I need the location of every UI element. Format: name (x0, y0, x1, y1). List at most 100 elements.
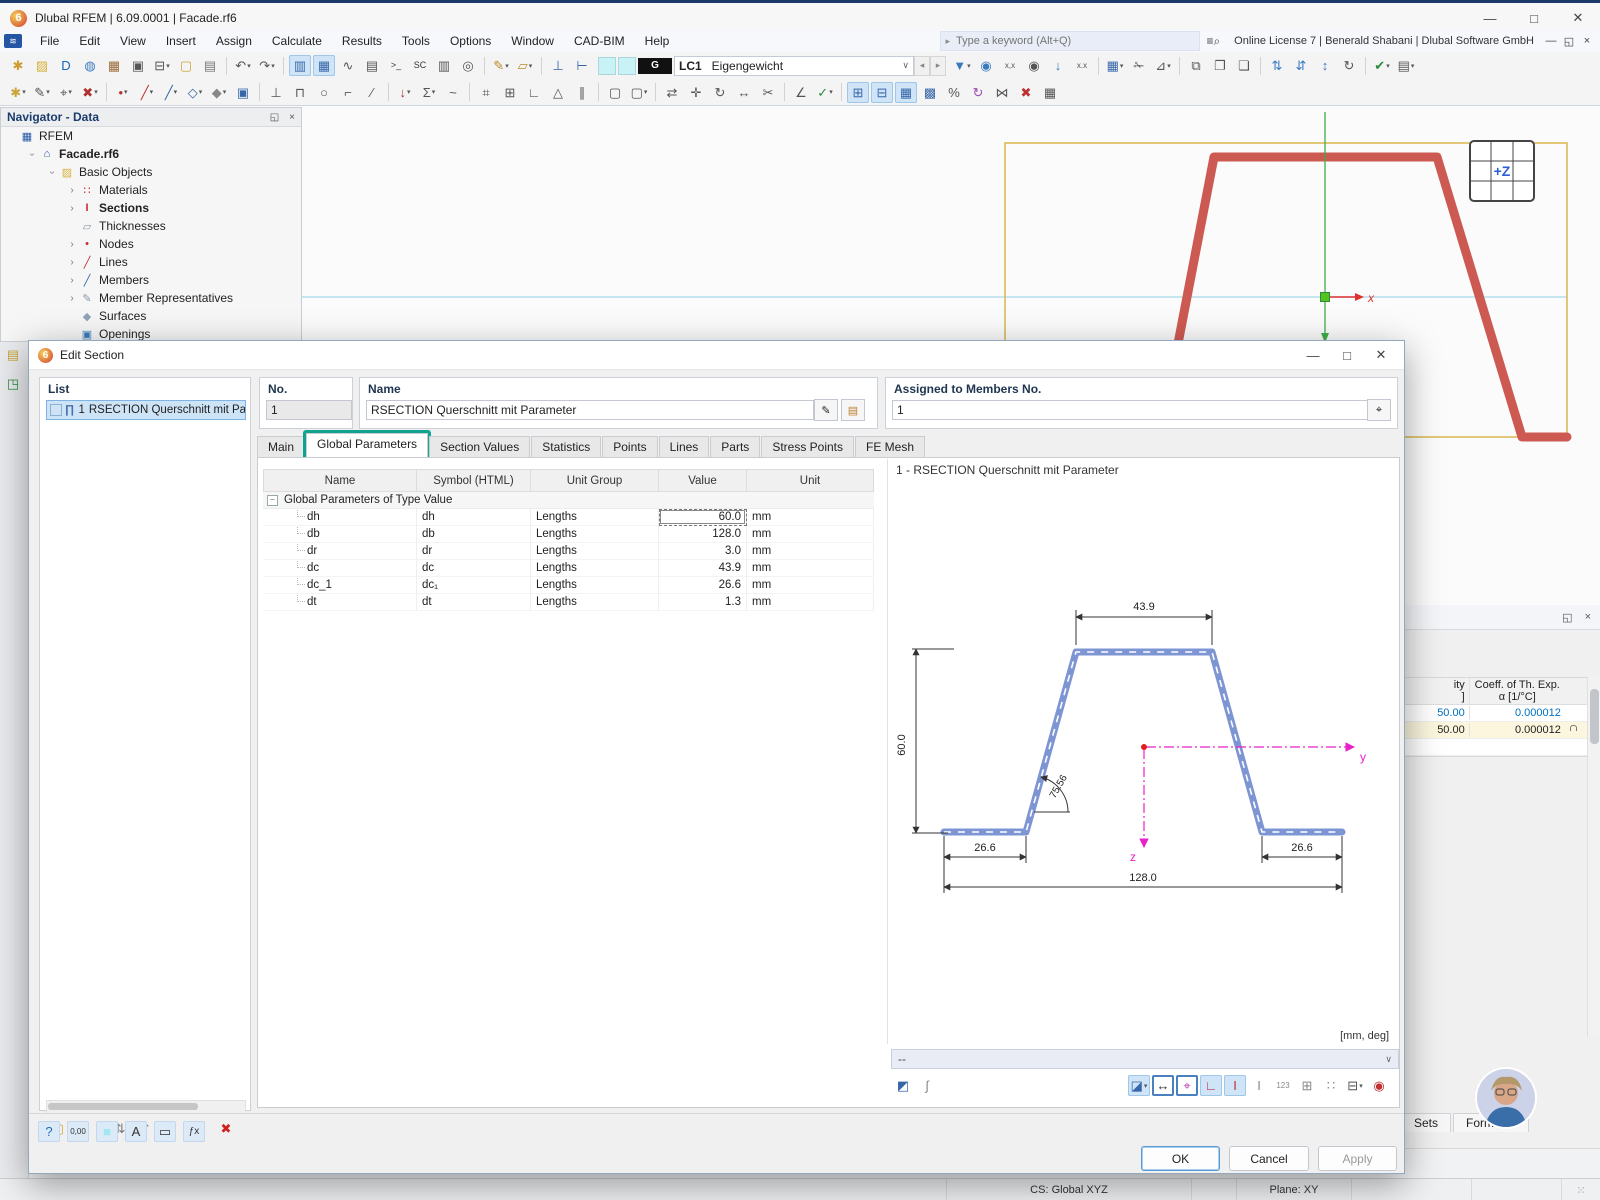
menu-item-options[interactable]: Options (440, 30, 501, 52)
chevron-icon[interactable]: › (27, 147, 38, 161)
resize-grip-icon[interactable]: ⁙ (1562, 1179, 1600, 1200)
tree-item-facade-rf6[interactable]: ›⌂Facade.rf6 (1, 145, 301, 163)
display-options-icon[interactable]: A (125, 1121, 147, 1142)
stress-points-icon[interactable]: ∟ (1200, 1075, 1222, 1096)
dialog-title-bar[interactable]: 6 Edit Section — □ ✕ (29, 341, 1404, 370)
fe-mesh-icon[interactable]: ▦ (895, 82, 917, 103)
save-icon[interactable]: ▣ (127, 55, 149, 76)
load-case-selector[interactable]: G LC1 Eigengewicht ∨ ◂ ▸ (598, 56, 946, 76)
result-values-xx-icon[interactable]: x,x (999, 55, 1021, 76)
model-check-icon[interactable]: ✔▾ (1371, 55, 1393, 76)
mesh-icon[interactable]: ⊞ (847, 82, 869, 103)
move-icon[interactable]: ✛ (685, 82, 707, 103)
param-value-cell[interactable]: 60.0 (659, 509, 747, 526)
section-preview-panel[interactable]: 1 - RSECTION Querschnitt mit Parameter (887, 459, 1397, 1044)
section-view-icon[interactable]: ⊿▾ (1152, 55, 1174, 76)
insert-object-icon[interactable]: ✱▾ (7, 82, 29, 103)
chevron-icon[interactable]: › (65, 239, 79, 250)
profile-gray-icon[interactable]: I (1248, 1075, 1270, 1096)
param-unit-group-cell[interactable]: Lengths (531, 577, 659, 594)
filter-results-icon[interactable]: ▼▾ (951, 55, 973, 76)
mesh-settings-icon[interactable]: ⊟ (871, 82, 893, 103)
navigator-toggle-icon[interactable]: ▥ (289, 55, 311, 76)
menu-item-edit[interactable]: Edit (69, 30, 110, 52)
param-name-cell[interactable]: dc (263, 560, 417, 577)
insert-surface-icon[interactable]: ◇▾ (184, 82, 206, 103)
rotate-icon[interactable]: ↻ (709, 82, 731, 103)
table-tab-sets[interactable]: Sets (1401, 1113, 1451, 1132)
eccentricity-icon[interactable]: ⌐ (337, 82, 359, 103)
redo-icon[interactable]: ↷▾ (256, 55, 278, 76)
mirror-icon[interactable]: ⇄ (661, 82, 683, 103)
mesh-refine-icon[interactable]: ▩ (919, 82, 941, 103)
cancel-button[interactable]: Cancel (1229, 1146, 1309, 1171)
tree-item-sections[interactable]: ›ISections (1, 199, 301, 217)
dlubal-d-icon[interactable]: D (55, 55, 77, 76)
list-icon[interactable]: ▥ (433, 55, 455, 76)
tree-item-basic-objects[interactable]: ›▨Basic Objects (1, 163, 301, 181)
tree-item-nodes[interactable]: ›•Nodes (1, 235, 301, 253)
chevron-icon[interactable]: › (65, 203, 79, 214)
menu-item-results[interactable]: Results (332, 30, 392, 52)
pick-icon[interactable]: ⌖▾ (55, 82, 77, 103)
tab-parts[interactable]: Parts (710, 436, 760, 457)
show-results-icon[interactable]: ◉ (975, 55, 997, 76)
param-symbol-cell[interactable]: dc₁ (417, 577, 531, 594)
block-icon[interactable]: ❐ (1209, 55, 1231, 76)
param-unit-cell[interactable]: mm (747, 526, 874, 543)
parameter-group-row[interactable]: −Global Parameters of Type Value (263, 492, 874, 509)
insert-opening-icon[interactable]: ▣ (232, 82, 254, 103)
chevron-icon[interactable]: › (65, 275, 79, 286)
result-download-icon[interactable]: ↓ (1047, 55, 1069, 76)
column-header-unit-group[interactable]: Unit Group (531, 469, 659, 492)
mesh-points-icon[interactable]: ∷ (1320, 1075, 1342, 1096)
insert-node-icon[interactable]: •▾ (112, 82, 134, 103)
origin-node[interactable] (1321, 293, 1330, 302)
shape-outline-icon[interactable]: ∫ (916, 1075, 938, 1096)
script-icon[interactable]: SC (409, 55, 431, 76)
table-row[interactable]: 50.000.000012 (1402, 705, 1588, 722)
param-value-cell[interactable]: 26.6 (659, 577, 747, 594)
result-values-icon[interactable]: ◉ (1023, 55, 1045, 76)
open-model-icon[interactable]: ▨ (31, 55, 53, 76)
param-unit-group-cell[interactable]: Lengths (531, 509, 659, 526)
keyword-search[interactable]: ▸ (940, 31, 1200, 51)
param-name-cell[interactable]: dt (263, 594, 417, 611)
workspace-close-icon[interactable]: × (1578, 35, 1596, 48)
units-settings-icon[interactable]: 0,00 (67, 1121, 89, 1142)
param-unit-cell[interactable]: mm (747, 594, 874, 611)
tab-stress-points[interactable]: Stress Points (761, 436, 854, 457)
next-load-case-icon[interactable]: ▸ (930, 56, 946, 76)
edit-object-icon[interactable]: ✎▾ (31, 82, 53, 103)
menu-item-help[interactable]: Help (635, 30, 680, 52)
scale-icon[interactable]: ↔ (733, 82, 755, 103)
search-filter-icon[interactable]: ≡⌕ (1206, 34, 1220, 49)
close-panel-icon[interactable]: × (1585, 611, 1591, 623)
clipping-icon[interactable]: ✁ (1128, 55, 1150, 76)
apply-button[interactable]: Apply (1318, 1146, 1397, 1171)
screen-icon[interactable]: ▭ (154, 1121, 176, 1142)
library-book-icon[interactable]: ▤ (841, 399, 865, 421)
support-icon[interactable]: ◎ (457, 55, 479, 76)
workspace-minimize-icon[interactable]: — (1542, 35, 1560, 48)
tree-item-member-representatives[interactable]: ›✎Member Representatives (1, 289, 301, 307)
vertical-scrollbar[interactable] (1587, 677, 1600, 1037)
guideline-add-icon[interactable]: ⊥ (547, 55, 569, 76)
column-header-name[interactable]: Name (263, 469, 417, 492)
tree-item-rfem[interactable]: ▦RFEM (1, 127, 301, 145)
horizontal-scrollbar[interactable] (46, 1100, 246, 1114)
param-name-cell[interactable]: dc_1 (263, 577, 417, 594)
tree-item-materials[interactable]: ›∷Materials (1, 181, 301, 199)
menu-item-tools[interactable]: Tools (392, 30, 440, 52)
navigator-header[interactable]: Navigator - Data ◱ × (1, 108, 301, 127)
print-icon[interactable]: ⊟▾ (151, 55, 173, 76)
menu-item-calculate[interactable]: Calculate (262, 30, 332, 52)
regenerate-icon[interactable]: ↻ (1338, 55, 1360, 76)
close-icon[interactable]: ✕ (1556, 5, 1600, 31)
grid-view-icon[interactable]: ⊞ (1296, 1075, 1318, 1096)
close-panel-icon[interactable]: × (289, 112, 295, 123)
trim-icon[interactable]: ✂ (757, 82, 779, 103)
tab-points[interactable]: Points (602, 436, 657, 457)
console-icon[interactable]: >_ (385, 55, 407, 76)
select-special-icon[interactable]: ▢▾ (628, 82, 650, 103)
